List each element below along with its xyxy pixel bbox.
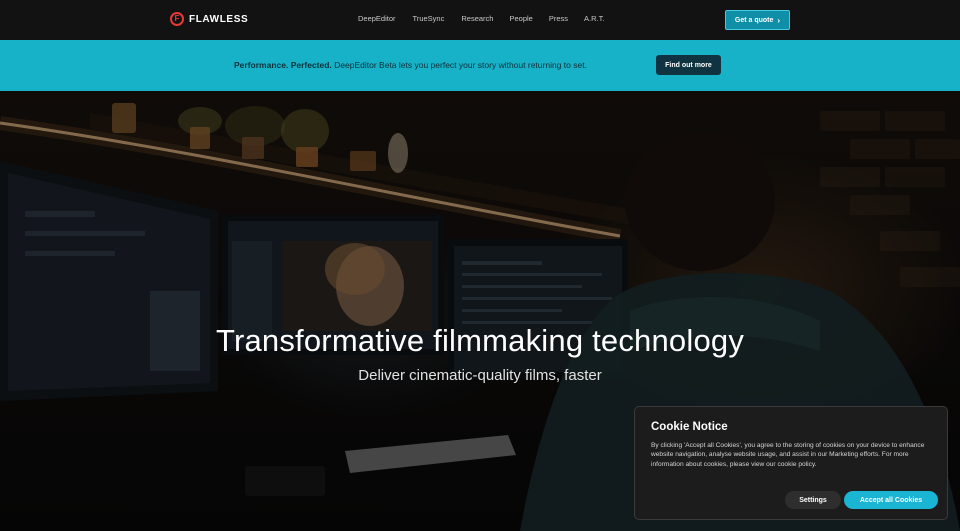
page: F FLAWLESS DeepEditor TrueSync Research … xyxy=(0,0,960,531)
hero-title: Transformative filmmaking technology xyxy=(215,323,745,358)
top-navbar: F FLAWLESS DeepEditor TrueSync Research … xyxy=(0,0,960,40)
nav-link-art[interactable]: A.R.T. xyxy=(584,14,604,23)
banner-text: DeepEditor Beta lets you perfect your st… xyxy=(331,60,587,70)
brand-logo[interactable]: F FLAWLESS xyxy=(170,12,248,26)
nav-link-press[interactable]: Press xyxy=(549,14,568,23)
nav-link-research[interactable]: Research xyxy=(461,14,493,23)
get-a-quote-button[interactable]: Get a quote › xyxy=(725,10,790,30)
announcement-banner: Performance. Perfected. DeepEditor Beta … xyxy=(0,40,960,91)
cookie-notice-title: Cookie Notice xyxy=(651,421,728,433)
accept-all-cookies-button[interactable]: Accept all Cookies xyxy=(844,491,938,509)
flawless-logo-icon: F xyxy=(170,12,184,26)
hero-subtitle: Deliver cinematic-quality films, faster xyxy=(358,367,602,384)
nav-link-people[interactable]: People xyxy=(509,14,532,23)
brand-name: FLAWLESS xyxy=(189,13,249,25)
banner-message: Performance. Perfected. DeepEditor Beta … xyxy=(234,60,587,70)
nav-link-truesync[interactable]: TrueSync xyxy=(413,14,445,23)
find-out-more-button[interactable]: Find out more xyxy=(656,55,721,75)
get-a-quote-label: Get a quote xyxy=(734,16,774,24)
cookie-settings-button[interactable]: Settings xyxy=(785,491,841,509)
cookie-notice-body: By clicking 'Accept all Cookies', you ag… xyxy=(651,442,925,468)
cookie-notice: Cookie Notice By clicking 'Accept all Co… xyxy=(634,406,948,520)
banner-headline: Performance. Perfected. xyxy=(234,60,332,70)
main-nav: DeepEditor TrueSync Research People Pres… xyxy=(358,14,604,23)
nav-link-deepeditor[interactable]: DeepEditor xyxy=(358,14,396,23)
chevron-right-icon: › xyxy=(777,15,781,25)
